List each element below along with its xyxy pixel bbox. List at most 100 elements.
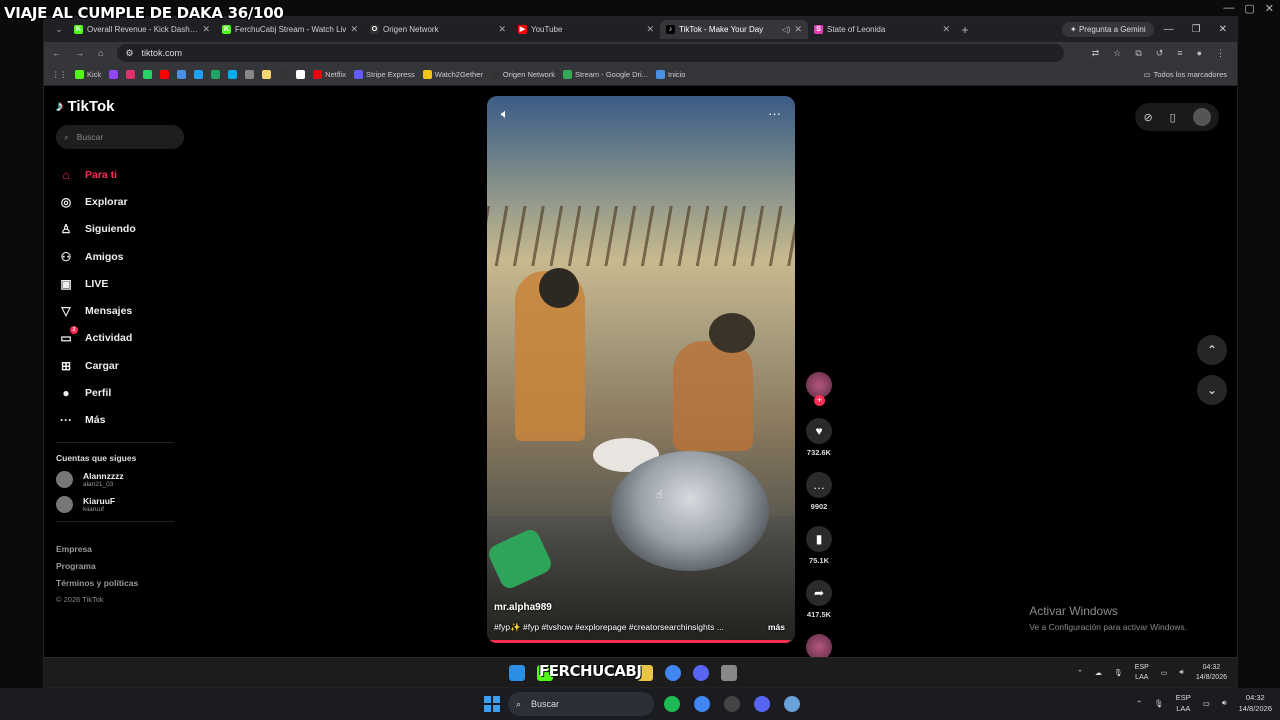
tab-close-icon[interactable]: ✕ <box>498 24 506 35</box>
tab-close-icon[interactable]: ✕ <box>646 24 654 35</box>
previous-video-button[interactable]: ⌃ <box>1197 335 1227 365</box>
forward-icon[interactable]: → <box>75 48 84 58</box>
bookmark-item[interactable] <box>211 70 221 79</box>
bookmark-item[interactable]: Inicio <box>655 70 685 79</box>
tab-5[interactable]: S State of Leonida ✕ <box>808 20 956 39</box>
url-field[interactable]: ⚙ tiktok.com <box>117 44 1064 62</box>
bookmark-item[interactable] <box>143 70 153 79</box>
chrome-icon[interactable] <box>665 664 681 681</box>
sidebar-item-activity[interactable]: ▭ 2 Actividad <box>56 325 186 352</box>
app-icon[interactable] <box>721 664 737 681</box>
bookmark-item[interactable] <box>160 70 170 79</box>
menu-icon[interactable]: ⋮ <box>1216 48 1225 59</box>
user-avatar[interactable] <box>1192 108 1211 126</box>
obs-icon[interactable] <box>724 696 740 712</box>
gemini-button[interactable]: ✦ Pregunta a Gemini <box>1062 22 1154 37</box>
tab-4[interactable]: ♪ TikTok - Make Your Day ◁) ✕ <box>660 20 808 39</box>
inner-language-indicator[interactable]: ESP LAA <box>1135 663 1149 683</box>
tab-3[interactable]: ▶ YouTube ✕ <box>512 20 660 39</box>
restore-icon[interactable]: ❐ <box>1192 24 1201 35</box>
volume-icon[interactable]: 🔈︎ <box>501 106 509 122</box>
device-icon[interactable]: ▯ <box>1170 111 1176 124</box>
video-progress-bar[interactable] <box>490 640 795 643</box>
media-icon[interactable]: ≡ <box>1177 48 1182 59</box>
tab-2[interactable]: O Origen Network ✕ <box>364 20 512 39</box>
bookmark-item[interactable] <box>126 70 136 79</box>
creator-avatar[interactable]: + <box>806 372 832 406</box>
tab-search-icon[interactable]: ⌄ <box>50 24 68 35</box>
bookmark-item[interactable] <box>279 70 289 79</box>
bookmark-item[interactable] <box>245 70 255 79</box>
os-search-input[interactable]: ⌕ Buscar <box>508 692 654 716</box>
bookmark-icon[interactable]: ▮ <box>806 526 832 552</box>
os-language-indicator[interactable]: ESP LAA <box>1176 692 1191 714</box>
footer-link-company[interactable]: Empresa <box>56 544 186 554</box>
coins-icon[interactable]: ⊘ <box>1143 111 1152 124</box>
chrome-icon[interactable] <box>694 696 710 712</box>
cloud-icon[interactable]: ☁ <box>1095 669 1102 677</box>
windows-start-icon[interactable] <box>509 664 525 681</box>
sidebar-item-live[interactable]: ▣ LIVE <box>56 270 186 297</box>
sidebar-item-messages[interactable]: ▽ Mensajes <box>56 297 186 324</box>
close-icon[interactable]: ✕ <box>1265 2 1274 15</box>
minimize-icon[interactable]: — <box>1223 2 1234 15</box>
discord-icon[interactable] <box>693 664 709 681</box>
new-tab-button[interactable]: + <box>956 23 974 37</box>
display-icon[interactable]: ▭ <box>1161 669 1168 677</box>
sidebar-item-following[interactable]: ♙ Siguiendo <box>56 216 186 243</box>
following-account[interactable]: Alannzzzz alan21_03 <box>56 470 186 488</box>
search-input[interactable]: ⌕ Buscar <box>56 125 184 149</box>
display-icon[interactable]: ▭ <box>1203 699 1210 708</box>
star-icon[interactable]: ☆ <box>1113 48 1121 59</box>
tray-expand-icon[interactable]: ⌃ <box>1136 699 1142 708</box>
profile-icon[interactable]: ● <box>1197 48 1202 59</box>
bookmark-item[interactable] <box>109 70 119 79</box>
mic-icon[interactable]: 🎙︎ <box>1154 699 1164 708</box>
sidebar-item-profile[interactable]: ● Perfil <box>56 379 186 406</box>
footer-link-terms[interactable]: Términos y políticas <box>56 578 186 588</box>
tab-audio-icon[interactable]: ◁) <box>782 25 791 34</box>
tab-1[interactable]: K FerchuCabj Stream - Watch Liv ✕ <box>216 20 364 39</box>
discord-icon[interactable] <box>754 696 770 712</box>
follow-plus-icon[interactable]: + <box>814 395 825 406</box>
settings-icon[interactable] <box>784 696 800 712</box>
inner-clock[interactable]: 04:32 14/8/2026 <box>1196 663 1227 683</box>
video-player[interactable]: 🔈︎ ··· mr.alpha989 #fyp✨ #fyp #tvshow #e… <box>487 96 795 643</box>
history-icon[interactable]: ↺ <box>1156 48 1164 59</box>
tab-close-icon[interactable]: ✕ <box>350 24 358 35</box>
bookmark-item[interactable]: Origen Network <box>490 70 555 79</box>
mic-icon[interactable]: 🎙︎ <box>1114 669 1123 677</box>
close-icon[interactable]: ✕ <box>1219 24 1227 35</box>
sidebar-item-upload[interactable]: ⊞ Cargar <box>56 352 186 379</box>
more-options-icon[interactable]: ··· <box>768 106 781 122</box>
tab-close-icon[interactable]: ✕ <box>942 24 950 35</box>
site-info-icon[interactable]: ⚙ <box>125 48 133 59</box>
tab-0[interactable]: K Overall Revenue - Kick Dashbo ✕ <box>68 20 216 39</box>
maximize-icon[interactable]: ▢ <box>1244 2 1254 15</box>
bookmark-item[interactable]: Netflix <box>313 70 346 79</box>
extensions-icon[interactable]: ⧉ <box>1135 48 1141 59</box>
next-video-button[interactable]: ⌄ <box>1197 375 1227 405</box>
bookmark-item[interactable]: Watch2Gether <box>422 70 483 79</box>
bookmark-item[interactable] <box>262 70 272 79</box>
home-icon[interactable]: ⌂ <box>98 48 103 58</box>
bookmark-item[interactable]: Kick <box>75 70 101 79</box>
caption-more-link[interactable]: más <box>768 622 785 633</box>
sidebar-item-friends[interactable]: ⚇ Amigos <box>56 243 186 270</box>
like-icon[interactable]: ♥ <box>806 418 832 444</box>
start-button[interactable] <box>484 696 500 712</box>
tab-close-icon[interactable]: ✕ <box>202 24 210 35</box>
comment-icon[interactable]: … <box>806 472 832 498</box>
apps-icon[interactable]: ⋮⋮ <box>52 70 67 79</box>
video-author[interactable]: mr.alpha989 <box>494 602 552 613</box>
os-clock[interactable]: 04:32 14/8/2026 <box>1239 692 1272 714</box>
share-icon[interactable]: ➦ <box>806 580 832 606</box>
bookmark-item[interactable] <box>296 70 306 79</box>
bookmark-item[interactable] <box>194 70 204 79</box>
volume-icon[interactable]: 🔊︎ <box>1222 698 1227 708</box>
volume-icon[interactable]: 🔊︎ <box>1179 669 1183 677</box>
sidebar-item-home[interactable]: ⌂ Para ti <box>56 161 186 188</box>
all-bookmarks-folder[interactable]: ▭ Todos los marcadores <box>1144 70 1227 79</box>
sidebar-item-compass[interactable]: ◎ Explorar <box>56 188 186 215</box>
bookmark-item[interactable] <box>228 70 238 79</box>
